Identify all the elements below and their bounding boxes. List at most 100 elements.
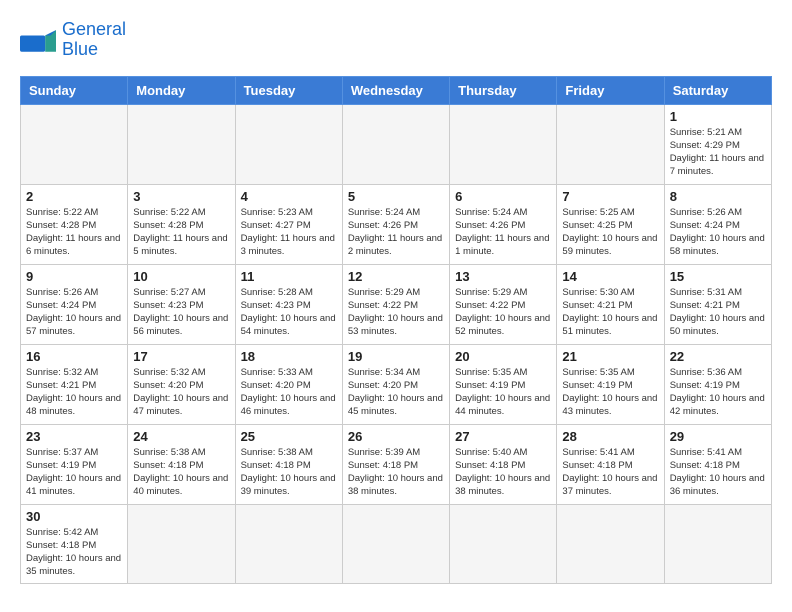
day-info: Sunrise: 5:38 AM Sunset: 4:18 PM Dayligh… <box>133 446 229 499</box>
calendar-cell: 23 Sunrise: 5:37 AM Sunset: 4:19 PM Dayli… <box>21 424 128 504</box>
calendar-cell: 10Sunrise: 5:27 AM Sunset: 4:23 PM Dayli… <box>128 264 235 344</box>
day-info: Sunrise: 5:35 AM Sunset: 4:19 PM Dayligh… <box>562 366 658 419</box>
calendar-cell <box>342 504 449 583</box>
col-header-monday: Monday <box>128 76 235 104</box>
calendar-cell: 8Sunrise: 5:26 AM Sunset: 4:24 PM Daylig… <box>664 184 771 264</box>
calendar-cell: 3 Sunrise: 5:22 AM Sunset: 4:28 PM Daylig… <box>128 184 235 264</box>
day-info: Sunrise: 5:32 AM Sunset: 4:20 PM Dayligh… <box>133 366 229 419</box>
calendar-cell: 18Sunrise: 5:33 AM Sunset: 4:20 PM Dayli… <box>235 344 342 424</box>
day-number: 19 <box>348 349 444 364</box>
logo-general: General <box>62 19 126 39</box>
col-header-saturday: Saturday <box>664 76 771 104</box>
day-info: Sunrise: 5:22 AM Sunset: 4:28 PM Dayligh… <box>26 206 122 259</box>
calendar-cell: 26 Sunrise: 5:39 AM Sunset: 4:18 PM Dayli… <box>342 424 449 504</box>
calendar-cell: 4Sunrise: 5:23 AM Sunset: 4:27 PM Daylig… <box>235 184 342 264</box>
col-header-tuesday: Tuesday <box>235 76 342 104</box>
day-info: Sunrise: 5:41 AM Sunset: 4:18 PM Dayligh… <box>670 446 766 499</box>
day-info: Sunrise: 5:28 AM Sunset: 4:23 PM Dayligh… <box>241 286 337 339</box>
day-number: 30 <box>26 509 122 524</box>
day-info: Sunrise: 5:42 AM Sunset: 4:18 PM Dayligh… <box>26 526 122 579</box>
day-number: 2 <box>26 189 122 204</box>
col-header-wednesday: Wednesday <box>342 76 449 104</box>
calendar-week-6: 30 Sunrise: 5:42 AM Sunset: 4:18 PM Dayli… <box>21 504 772 583</box>
day-number: 17 <box>133 349 229 364</box>
day-number: 6 <box>455 189 551 204</box>
day-info: Sunrise: 5:24 AM Sunset: 4:26 PM Dayligh… <box>348 206 444 259</box>
calendar-cell: 19 Sunrise: 5:34 AM Sunset: 4:20 PM Dayli… <box>342 344 449 424</box>
calendar-cell: 13 Sunrise: 5:29 AM Sunset: 4:22 PM Dayli… <box>450 264 557 344</box>
calendar-cell <box>21 104 128 184</box>
calendar-cell: 30 Sunrise: 5:42 AM Sunset: 4:18 PM Dayli… <box>21 504 128 583</box>
day-info: Sunrise: 5:36 AM Sunset: 4:19 PM Dayligh… <box>670 366 766 419</box>
day-number: 15 <box>670 269 766 284</box>
day-info: Sunrise: 5:22 AM Sunset: 4:28 PM Dayligh… <box>133 206 229 259</box>
day-number: 14 <box>562 269 658 284</box>
day-number: 9 <box>26 269 122 284</box>
day-number: 13 <box>455 269 551 284</box>
calendar-cell: 5 Sunrise: 5:24 AM Sunset: 4:26 PM Daylig… <box>342 184 449 264</box>
day-number: 5 <box>348 189 444 204</box>
day-number: 24 <box>133 429 229 444</box>
day-number: 27 <box>455 429 551 444</box>
calendar-cell: 11 Sunrise: 5:28 AM Sunset: 4:23 PM Dayli… <box>235 264 342 344</box>
calendar-cell <box>664 504 771 583</box>
col-header-friday: Friday <box>557 76 664 104</box>
calendar-week-3: 9Sunrise: 5:26 AM Sunset: 4:24 PM Daylig… <box>21 264 772 344</box>
calendar-cell: 6 Sunrise: 5:24 AM Sunset: 4:26 PM Daylig… <box>450 184 557 264</box>
calendar-cell <box>450 104 557 184</box>
calendar-cell: 15 Sunrise: 5:31 AM Sunset: 4:21 PM Dayli… <box>664 264 771 344</box>
day-number: 11 <box>241 269 337 284</box>
calendar-week-4: 16Sunrise: 5:32 AM Sunset: 4:21 PM Dayli… <box>21 344 772 424</box>
calendar-cell <box>235 504 342 583</box>
page-header: General Blue <box>20 20 772 60</box>
day-info: Sunrise: 5:32 AM Sunset: 4:21 PM Dayligh… <box>26 366 122 419</box>
day-info: Sunrise: 5:30 AM Sunset: 4:21 PM Dayligh… <box>562 286 658 339</box>
calendar-cell: 21 Sunrise: 5:35 AM Sunset: 4:19 PM Dayli… <box>557 344 664 424</box>
calendar-cell: 7 Sunrise: 5:25 AM Sunset: 4:25 PM Daylig… <box>557 184 664 264</box>
day-number: 22 <box>670 349 766 364</box>
logo-text: General Blue <box>62 20 126 60</box>
day-number: 8 <box>670 189 766 204</box>
logo-blue: Blue <box>62 39 98 59</box>
day-info: Sunrise: 5:34 AM Sunset: 4:20 PM Dayligh… <box>348 366 444 419</box>
day-info: Sunrise: 5:25 AM Sunset: 4:25 PM Dayligh… <box>562 206 658 259</box>
day-number: 28 <box>562 429 658 444</box>
calendar-cell: 29 Sunrise: 5:41 AM Sunset: 4:18 PM Dayli… <box>664 424 771 504</box>
day-number: 23 <box>26 429 122 444</box>
calendar-cell: 12 Sunrise: 5:29 AM Sunset: 4:22 PM Dayli… <box>342 264 449 344</box>
day-number: 12 <box>348 269 444 284</box>
calendar-cell: 24 Sunrise: 5:38 AM Sunset: 4:18 PM Dayli… <box>128 424 235 504</box>
day-info: Sunrise: 5:29 AM Sunset: 4:22 PM Dayligh… <box>455 286 551 339</box>
day-info: Sunrise: 5:33 AM Sunset: 4:20 PM Dayligh… <box>241 366 337 419</box>
day-number: 20 <box>455 349 551 364</box>
calendar-cell <box>128 104 235 184</box>
calendar-cell <box>557 504 664 583</box>
calendar-cell: 16Sunrise: 5:32 AM Sunset: 4:21 PM Dayli… <box>21 344 128 424</box>
calendar-cell: 9Sunrise: 5:26 AM Sunset: 4:24 PM Daylig… <box>21 264 128 344</box>
calendar-cell: 20 Sunrise: 5:35 AM Sunset: 4:19 PM Dayli… <box>450 344 557 424</box>
day-info: Sunrise: 5:29 AM Sunset: 4:22 PM Dayligh… <box>348 286 444 339</box>
day-info: Sunrise: 5:41 AM Sunset: 4:18 PM Dayligh… <box>562 446 658 499</box>
day-number: 7 <box>562 189 658 204</box>
calendar-cell: 17 Sunrise: 5:32 AM Sunset: 4:20 PM Dayli… <box>128 344 235 424</box>
day-info: Sunrise: 5:35 AM Sunset: 4:19 PM Dayligh… <box>455 366 551 419</box>
day-number: 25 <box>241 429 337 444</box>
day-info: Sunrise: 5:39 AM Sunset: 4:18 PM Dayligh… <box>348 446 444 499</box>
day-number: 10 <box>133 269 229 284</box>
day-info: Sunrise: 5:38 AM Sunset: 4:18 PM Dayligh… <box>241 446 337 499</box>
day-info: Sunrise: 5:31 AM Sunset: 4:21 PM Dayligh… <box>670 286 766 339</box>
day-info: Sunrise: 5:24 AM Sunset: 4:26 PM Dayligh… <box>455 206 551 259</box>
day-number: 21 <box>562 349 658 364</box>
day-number: 3 <box>133 189 229 204</box>
calendar-cell <box>450 504 557 583</box>
day-number: 26 <box>348 429 444 444</box>
logo-icon <box>20 26 56 54</box>
day-number: 29 <box>670 429 766 444</box>
calendar-cell <box>235 104 342 184</box>
calendar-cell: 25 Sunrise: 5:38 AM Sunset: 4:18 PM Dayli… <box>235 424 342 504</box>
calendar-cell: 22 Sunrise: 5:36 AM Sunset: 4:19 PM Dayli… <box>664 344 771 424</box>
calendar-header-row: SundayMondayTuesdayWednesdayThursdayFrid… <box>21 76 772 104</box>
day-info: Sunrise: 5:37 AM Sunset: 4:19 PM Dayligh… <box>26 446 122 499</box>
calendar-table: SundayMondayTuesdayWednesdayThursdayFrid… <box>20 76 772 584</box>
col-header-thursday: Thursday <box>450 76 557 104</box>
